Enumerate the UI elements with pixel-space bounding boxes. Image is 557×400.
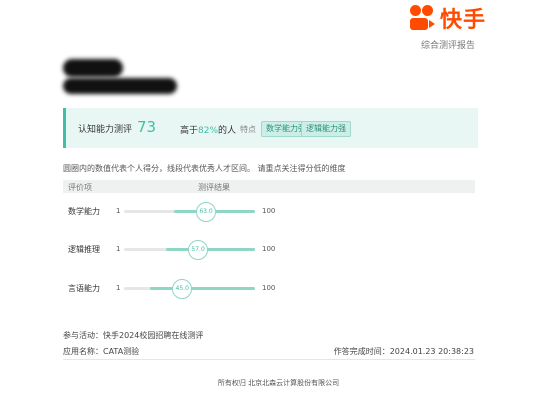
redacted-name-line-1 <box>63 59 123 77</box>
scale-max: 100 <box>262 207 276 215</box>
scale-min: 1 <box>116 284 121 292</box>
column-header-item: 评价项 <box>68 183 92 192</box>
score-knob: 57.0 <box>188 240 209 260</box>
feature-label: 特点 <box>240 125 256 134</box>
score-range-fill <box>166 248 255 251</box>
table-header <box>63 180 475 193</box>
chart-description: 圆圈内的数值代表个人得分，线段代表优秀人才区间。 请重点关注得分低的维度 <box>63 164 346 173</box>
kuaishou-logo-icon <box>410 5 436 31</box>
row-label: 逻辑推理 <box>68 245 100 254</box>
overall-score: 73 <box>137 118 157 136</box>
column-header-result: 测评结果 <box>198 183 230 192</box>
percentile-value: 82% <box>198 126 219 136</box>
score-track <box>124 210 255 213</box>
footer-divider <box>63 359 475 360</box>
score-range-fill <box>150 287 255 290</box>
feature-tag: 逻辑能力强 <box>301 121 351 137</box>
completion-time: 作答完成时间：2024.01.23 20:38:23 <box>333 347 474 356</box>
score-knob: 45.0 <box>172 279 193 299</box>
scale-max: 100 <box>262 245 276 253</box>
row-label: 言语能力 <box>68 284 100 293</box>
row-label: 数学能力 <box>68 207 100 216</box>
brand-name: 快手 <box>440 8 487 33</box>
app-info: 应用名称：CATA测验 <box>63 347 140 356</box>
report-type-label: 综合测评报告 <box>420 41 475 51</box>
scale-min: 1 <box>116 245 121 253</box>
redacted-name-line-2 <box>63 78 177 94</box>
scale-max: 100 <box>262 284 276 292</box>
percentile-text: 高于82%的人 <box>180 126 237 136</box>
score-knob: 63.0 <box>196 202 217 222</box>
activity-info: 参与活动：快手2024校园招聘在线测评 <box>63 331 204 340</box>
scale-min: 1 <box>116 207 121 215</box>
brand-logo: 快手 <box>410 2 486 34</box>
assessment-title: 认知能力测评 <box>78 125 133 135</box>
copyright-notice: 所有权归 北京北森云计算股份有限公司 <box>217 379 340 387</box>
